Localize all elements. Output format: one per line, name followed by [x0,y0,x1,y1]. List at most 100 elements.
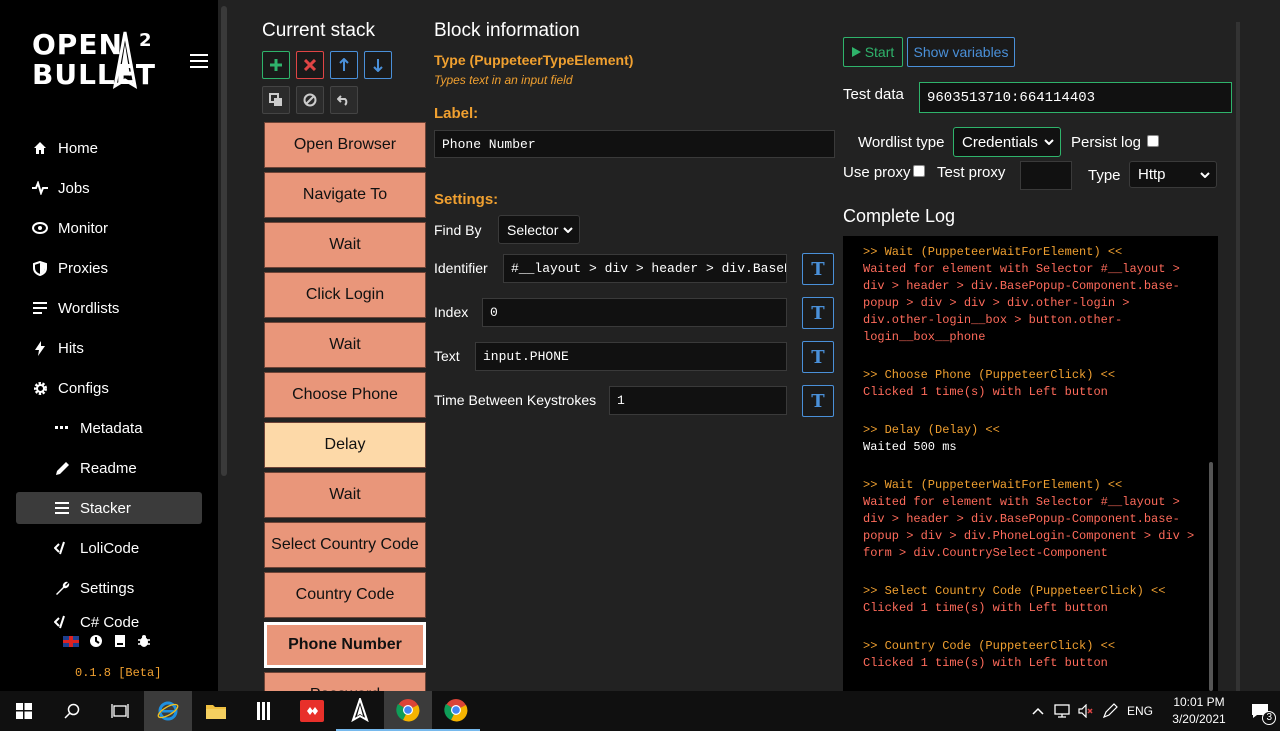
stack-block[interactable]: Phone Number [264,622,426,668]
sidebar-item-wordlists[interactable]: Wordlists [0,288,218,328]
stack-block[interactable]: Navigate To [264,172,426,218]
sidebar-item-home[interactable]: Home [0,128,218,168]
persist-log-checkbox[interactable] [1147,135,1159,147]
clone-block-button[interactable] [262,86,290,114]
notification-count-badge: 3 [1262,711,1276,725]
current-stack-panel: Current stack Open Browser Navigate To W… [262,0,428,691]
disable-block-button[interactable] [296,86,324,114]
label-input[interactable]: Phone Number [434,130,835,158]
openbullet-taskbar-button[interactable] [336,691,384,731]
chrome-icon [444,699,468,722]
openbullet-icon [351,698,369,722]
index-input[interactable]: 0 [482,298,787,327]
move-down-button[interactable] [364,51,392,79]
app-taskbar-button-1[interactable] [240,691,288,731]
network-icon[interactable] [1050,691,1074,731]
file-explorer-button[interactable] [192,691,240,731]
stack-block[interactable]: Password [264,672,426,691]
undo-button[interactable] [330,86,358,114]
sidebar-item-configs[interactable]: Configs [0,368,218,408]
identifier-input[interactable]: #__layout > div > header > div.BasePopup… [503,254,787,283]
sidebar-item-lolicode[interactable]: LoliCode [0,528,218,568]
find-by-value: Selector [507,221,559,238]
app-taskbar-button-2[interactable] [288,691,336,731]
debugger-panel: Start Show variables Test data 960351371… [843,0,1238,691]
stack-block[interactable]: Wait [264,322,426,368]
find-by-select[interactable]: Selector [498,215,580,244]
sidebar-item-jobs[interactable]: Jobs [0,168,218,208]
sidebar-item-label: Metadata [80,419,143,437]
log-scrollbar[interactable] [1209,462,1213,691]
identifier-type-toggle-button[interactable]: T [802,253,834,285]
index-type-toggle-button[interactable]: T [802,297,834,329]
chevron-up-icon[interactable] [1026,691,1050,731]
task-view-button[interactable] [96,691,144,731]
notifications-button[interactable]: 3 [1240,691,1280,731]
stack-block[interactable]: Click Login [264,272,426,318]
keystroke-delay-input[interactable]: 1 [609,386,787,415]
clock[interactable]: 10:01 PM 3/20/2021 [1158,694,1240,728]
sidebar-item-label: Home [58,139,99,157]
pen-icon[interactable] [1098,691,1122,731]
hamburger-menu-icon[interactable] [190,54,208,70]
chrome-icon [396,699,420,722]
home-icon [32,140,48,156]
stack-block[interactable]: Wait [264,472,426,518]
theme-icon[interactable] [89,634,103,648]
block-type-description: Types text in an input field [434,73,573,87]
start-button[interactable]: Start [843,37,903,67]
proxy-type-select[interactable]: Http [1129,161,1217,188]
bug-icon[interactable] [137,634,151,648]
arrow-down-icon [373,59,383,72]
sidebar-scrollbar[interactable] [221,6,227,476]
main-scrollbar[interactable] [1236,22,1240,691]
language-indicator[interactable]: ENG [1122,691,1158,731]
stack-block[interactable]: Select Country Code [264,522,426,568]
move-up-button[interactable] [330,51,358,79]
test-proxy-input[interactable] [1020,161,1072,190]
test-data-label: Test data [843,86,904,103]
text-input[interactable]: input.PHONE [475,342,787,371]
stack-block[interactable]: Wait [264,222,426,268]
use-proxy-checkbox[interactable] [913,165,925,177]
sidebar-item-metadata[interactable]: Metadata [0,408,218,448]
stack-block[interactable]: Country Code [264,572,426,618]
sidebar-item-monitor[interactable]: Monitor [0,208,218,248]
uk-flag-icon[interactable] [63,636,79,647]
stack-block[interactable]: Choose Phone [264,372,426,418]
logo-superscript: 2 [139,30,152,51]
sidebar-item-readme[interactable]: Readme [0,448,218,488]
wordlist-type-value: Credentials [962,133,1038,151]
bolt-icon [32,340,48,356]
chrome-taskbar-button-2[interactable] [432,691,480,731]
persist-log-label: Persist log [1071,134,1142,151]
chrome-taskbar-button-1[interactable] [384,691,432,731]
remove-block-button[interactable] [296,51,324,79]
log-entry-body: Clicked 1 time(s) with Left button [863,656,1108,670]
wordlist-type-select[interactable]: Credentials [953,127,1061,157]
proxy-type-value: Http [1138,166,1166,183]
volume-muted-icon[interactable] [1074,691,1098,731]
complete-log[interactable]: >> Wait (PuppeteerWaitForElement) << Wait… [843,236,1218,691]
text-type-toggle-button[interactable]: T [802,341,834,373]
sidebar-item-csharp-code[interactable]: C# Code [0,608,218,632]
stack-block[interactable]: Open Browser [264,122,426,168]
edge-taskbar-button[interactable] [144,691,192,731]
sidebar-item-hits[interactable]: Hits [0,328,218,368]
start-menu-button[interactable] [0,691,48,731]
search-button[interactable] [48,691,96,731]
block-list: Open Browser Navigate To Wait Click Login Wa… [262,120,428,691]
test-data-input[interactable]: 9603513710:664114403 [919,82,1232,113]
keystroke-type-toggle-button[interactable]: T [802,385,834,417]
sidebar-item-proxies[interactable]: Proxies [0,248,218,288]
folder-icon [206,705,226,719]
stack-block[interactable]: Delay [264,422,426,468]
sidebar-item-stacker[interactable]: Stacker [16,492,202,524]
sidebar-item-settings[interactable]: Settings [0,568,218,608]
show-variables-button[interactable]: Show variables [907,37,1015,67]
book-icon[interactable] [113,634,127,648]
sidebar-item-label: Readme [80,459,137,477]
add-block-button[interactable] [262,51,290,79]
plus-icon [270,59,282,71]
log-entry-header: >> Delay (Delay) << [863,423,1000,437]
